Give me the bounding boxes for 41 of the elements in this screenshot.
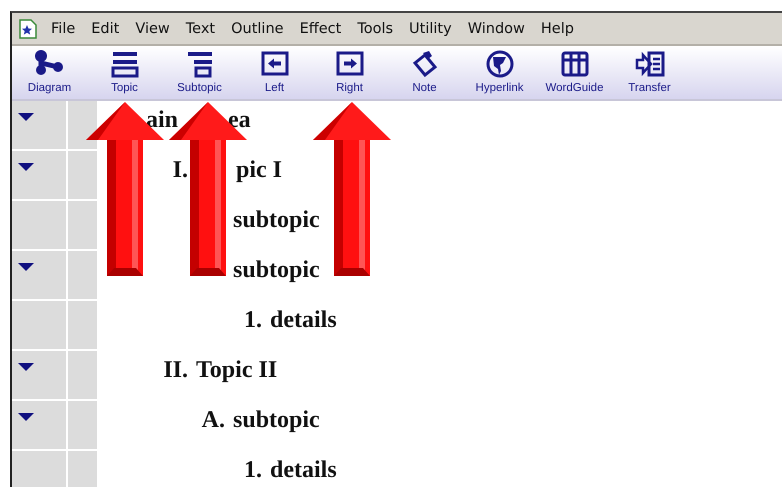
menu-item[interactable]: Tools	[349, 20, 402, 36]
menu-item[interactable]: Help	[532, 20, 582, 36]
menu-item[interactable]: File	[43, 20, 84, 36]
outline-text: subtopic	[233, 407, 320, 434]
collapse-triangle-icon[interactable]	[18, 113, 34, 121]
menu-item[interactable]: View	[127, 20, 178, 36]
toolbar-button[interactable]: Diagram	[12, 46, 87, 99]
outline-text: ain	[146, 107, 178, 134]
toolbar-button[interactable]: Hyperlink	[462, 46, 537, 99]
collapse-triangle-icon[interactable]	[18, 263, 34, 271]
menu-item[interactable]: Window	[460, 20, 533, 36]
outline-text: subtopic	[233, 257, 320, 284]
outline-text: ea	[228, 107, 251, 134]
menu-item[interactable]: Outline	[223, 20, 292, 36]
toolbar-button[interactable]: Topic	[87, 46, 162, 99]
toolbar-button[interactable]: Left	[237, 46, 312, 99]
outline-text: details	[270, 457, 337, 484]
toolbar-button[interactable]: Subtopic	[162, 46, 237, 99]
toolbar-button[interactable]: Note	[387, 46, 462, 99]
collapse-triangle-icon[interactable]	[18, 363, 34, 371]
outline-number: A.	[200, 407, 225, 434]
outline-text: details	[270, 307, 337, 334]
toolbar-button[interactable]: Transfer	[612, 46, 687, 99]
outline-text: subtopic	[233, 207, 320, 234]
app-logo-icon	[19, 18, 37, 38]
menu-item[interactable]: Effect	[292, 20, 350, 36]
menu-item[interactable]: Utility	[401, 20, 460, 36]
gutter-cell	[68, 201, 97, 251]
toolbar-button[interactable]: WordGuide	[537, 46, 612, 99]
outline-number: II.	[162, 357, 188, 384]
outline-number: 1.	[243, 457, 262, 484]
outline-number: 1.	[243, 307, 262, 334]
collapse-triangle-icon[interactable]	[18, 413, 34, 421]
outline-text: Topic II	[196, 357, 278, 384]
outline-number: I.	[172, 157, 188, 184]
gutter-cell	[68, 301, 97, 351]
menu-item[interactable]: Text	[178, 20, 224, 36]
collapse-triangle-icon[interactable]	[18, 163, 34, 171]
outline-text: pic I	[236, 157, 282, 184]
menu-item[interactable]: Edit	[83, 20, 128, 36]
toolbar-button[interactable]: Right	[312, 46, 387, 99]
